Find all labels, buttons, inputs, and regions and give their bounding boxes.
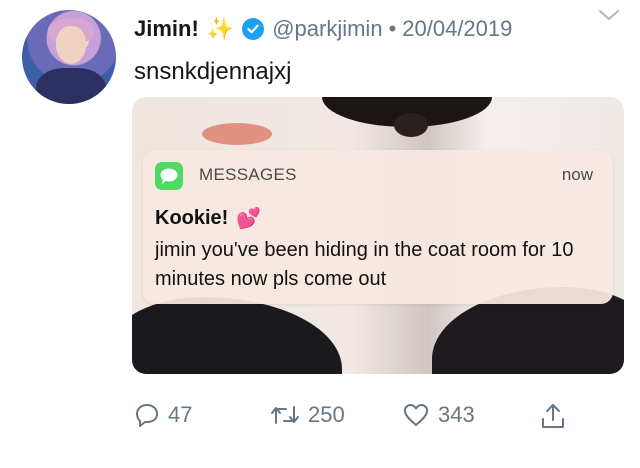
avatar-face (56, 26, 86, 64)
two-hearts-icon: 💕 (236, 208, 262, 230)
messages-app-icon (155, 162, 183, 190)
sparkles-icon: ✨ (206, 16, 235, 41)
retweet-button[interactable]: 250 (270, 402, 345, 428)
photo-shirt-left (132, 297, 342, 374)
tweet-actions: 47 250 343 (134, 402, 624, 432)
tweet-date[interactable]: 20/04/2019 (402, 16, 512, 42)
share-icon (540, 402, 566, 430)
reply-button[interactable]: 47 (134, 402, 192, 428)
retweet-count: 250 (308, 402, 345, 427)
reply-count: 47 (168, 402, 193, 427)
notification-sender: Kookie! 💕 (155, 206, 261, 231)
handle[interactable]: @parkjimin (272, 16, 382, 42)
sender-name: Kookie! (155, 207, 229, 229)
share-button[interactable] (540, 402, 566, 430)
like-icon (402, 402, 430, 428)
like-button[interactable]: 343 (402, 402, 475, 428)
notification-app-name: MESSAGES (199, 165, 297, 184)
notification-body: jimin you've been hiding in the coat roo… (155, 239, 574, 290)
message-notification: MESSAGES now Kookie! 💕 jimin you've been… (143, 150, 613, 304)
tweet-text: snsnkdjennajxj (134, 58, 292, 85)
avatar[interactable] (22, 10, 116, 104)
reply-icon (134, 402, 160, 428)
chevron-down-icon[interactable] (598, 8, 620, 22)
retweet-icon (270, 403, 300, 427)
verified-badge-icon (242, 18, 265, 40)
notification-time: now (561, 165, 593, 184)
photo-eye (394, 113, 428, 137)
tweet-header: Jimin! ✨ @parkjimin • 20/04/2019 (134, 16, 512, 42)
separator: • (388, 16, 397, 41)
photo-lips (202, 123, 272, 145)
display-name[interactable]: Jimin! (134, 16, 199, 42)
avatar-body (36, 68, 106, 104)
like-count: 343 (438, 402, 475, 427)
